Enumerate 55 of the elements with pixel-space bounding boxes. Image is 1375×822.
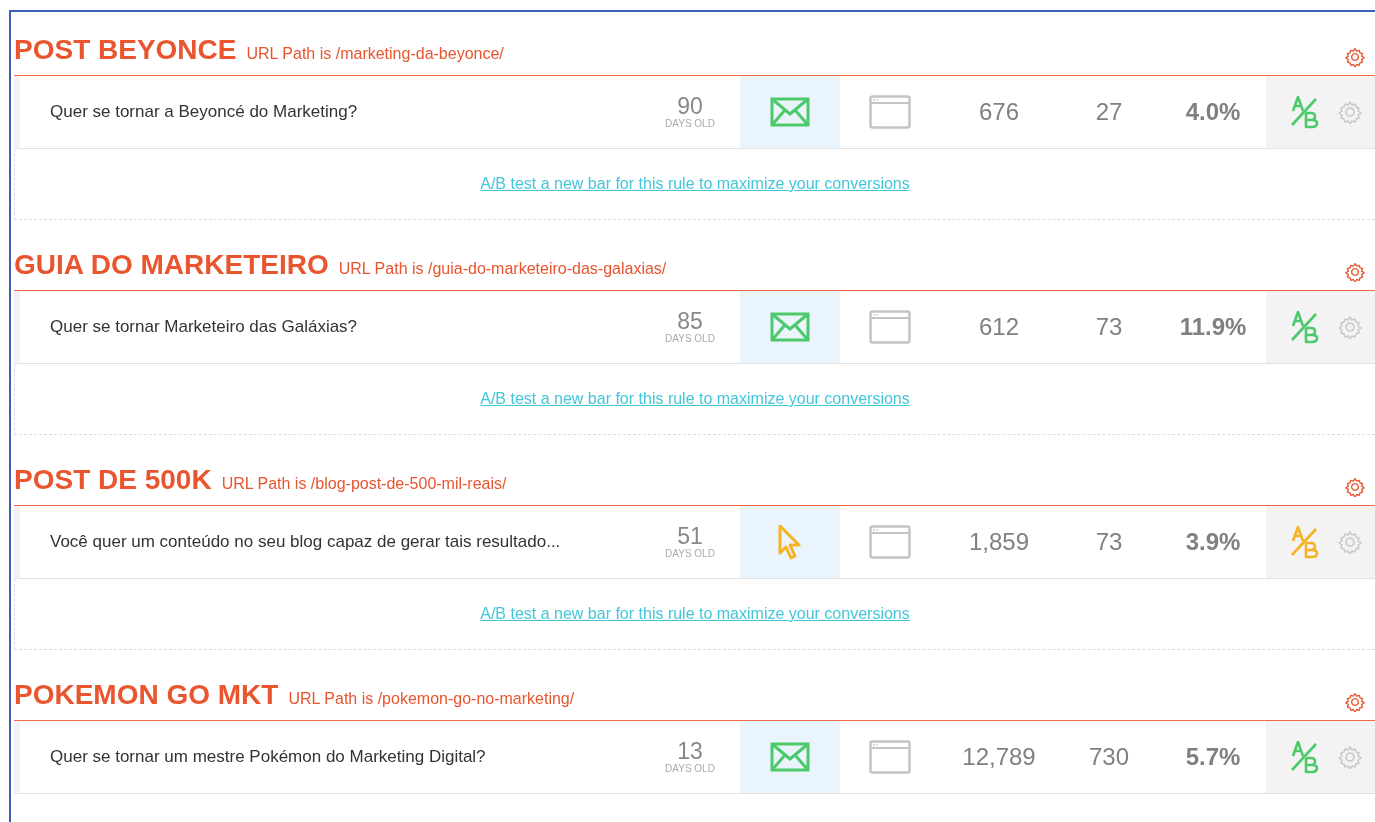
ab-test-link[interactable]: A/B test a new bar for this rule to maximize your conversions xyxy=(480,390,910,408)
cursor-icon xyxy=(777,523,803,561)
views-count: 612 xyxy=(977,312,1020,342)
url-path: URL Path is /pokemon-go-no-marketing/ xyxy=(288,690,575,708)
conversion-rate: 5.7% xyxy=(1184,742,1242,772)
ab-test-link[interactable]: A/B test a new bar for this rule to maximize your conversions xyxy=(480,175,910,193)
days-label: DAYS OLD xyxy=(665,118,715,129)
bar-headline: Quer se tornar a Beyoncé do Marketing? xyxy=(50,102,358,122)
bar-headline: Quer se tornar Marketeiro das Galáxias? xyxy=(50,317,358,337)
views-count: 12,789 xyxy=(961,742,1037,772)
rule-title: GUIA DO MARKETEIRO xyxy=(14,249,329,281)
envelope-icon xyxy=(770,312,810,342)
ab-test-icon[interactable] xyxy=(1290,740,1320,774)
url-path: URL Path is /guia-do-marketeiro-das-galaxias/ xyxy=(338,260,667,278)
envelope-icon xyxy=(770,97,810,127)
conversions-count: 73 xyxy=(1094,312,1124,342)
browser-window-icon xyxy=(869,95,911,129)
conversion-rate: 11.9% xyxy=(1178,312,1248,342)
browser-window-icon xyxy=(869,740,911,774)
ab-test-icon[interactable] xyxy=(1290,310,1320,344)
conversion-rate: 4.0% xyxy=(1184,97,1242,127)
conversions-count: 730 xyxy=(1087,742,1130,772)
settings-icon[interactable] xyxy=(1338,530,1362,554)
views-count: 1,859 xyxy=(967,527,1031,557)
ab-test-link[interactable]: A/B test a new bar for this rule to maximize your conversions xyxy=(480,605,910,623)
days-count: 90 xyxy=(677,95,703,118)
settings-icon[interactable] xyxy=(1338,100,1362,124)
days-label: DAYS OLD xyxy=(665,548,715,559)
browser-window-icon xyxy=(869,525,911,559)
settings-icon[interactable] xyxy=(1345,47,1365,67)
conversions-count: 73 xyxy=(1094,527,1124,557)
settings-icon[interactable] xyxy=(1345,262,1365,282)
bar-headline: Quer se tornar um mestre Pokémon do Marketing Digital? xyxy=(50,747,486,767)
browser-window-icon xyxy=(869,310,911,344)
settings-icon[interactable] xyxy=(1345,692,1365,712)
bar-headline: Você quer um conteúdo no seu blog capaz de gerar tais resultado... xyxy=(50,532,561,552)
days-count: 13 xyxy=(677,740,703,763)
rule-title: POST DE 500K xyxy=(14,464,212,496)
url-path: URL Path is /blog-post-de-500-mil-reais/ xyxy=(221,475,507,493)
envelope-icon xyxy=(770,742,810,772)
settings-icon[interactable] xyxy=(1338,315,1362,339)
conversions-count: 27 xyxy=(1094,97,1124,127)
rule-title: POST BEYONCE xyxy=(14,34,237,66)
days-label: DAYS OLD xyxy=(665,763,715,774)
days-count: 51 xyxy=(677,525,703,548)
days-label: DAYS OLD xyxy=(665,333,715,344)
url-path: URL Path is /marketing-da-beyonce/ xyxy=(246,45,504,63)
settings-icon[interactable] xyxy=(1338,745,1362,769)
settings-icon[interactable] xyxy=(1345,477,1365,497)
days-count: 85 xyxy=(677,310,703,333)
conversion-rate: 3.9% xyxy=(1184,527,1242,557)
ab-test-icon[interactable] xyxy=(1290,95,1320,129)
rule-title: POKEMON GO MKT xyxy=(14,679,279,711)
views-count: 676 xyxy=(977,97,1020,127)
ab-test-icon[interactable] xyxy=(1290,525,1320,559)
